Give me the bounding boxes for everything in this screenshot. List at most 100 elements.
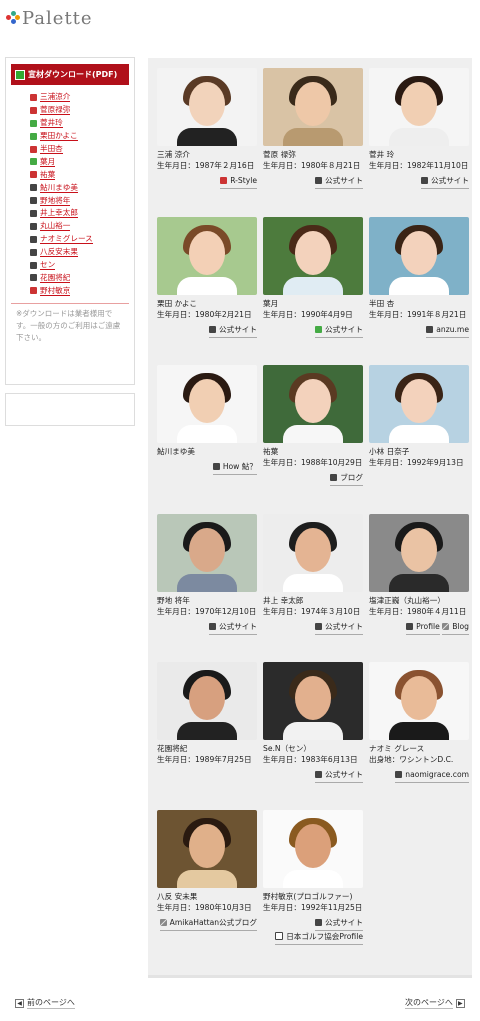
talent-link[interactable]: 公式サイト [315, 917, 363, 931]
download-link[interactable]: 野地将年 [40, 196, 71, 206]
photo-face [295, 824, 331, 868]
download-link[interactable]: 半田杏 [40, 144, 63, 154]
talent-link[interactable]: AmikaHattan公式ブログ [159, 917, 257, 931]
talent-links: naomigrace.com [369, 769, 469, 783]
download-item[interactable]: 鮎川まゆ美 [30, 181, 134, 194]
download-item[interactable]: 丸山裕一 [30, 220, 134, 233]
talent-photo[interactable] [369, 514, 469, 592]
talent-link[interactable]: anzu.me [426, 324, 469, 338]
download-link[interactable]: 井上幸太郎 [40, 208, 78, 219]
download-link[interactable]: 八反安末果 [40, 247, 78, 258]
talent-name: 鮎川まゆ美 [157, 447, 195, 456]
pdf-icon [30, 93, 37, 101]
talent-link-label: 公式サイト [325, 918, 363, 927]
talent-link[interactable]: Blog [442, 621, 469, 635]
talent-photo[interactable] [157, 810, 257, 888]
download-item[interactable]: 半田杏 [30, 143, 134, 156]
talent-birthdate: 生年月日：1988年10月29日 [263, 458, 363, 467]
talent-links: ブログ [263, 472, 363, 486]
talent-link[interactable]: 公式サイト [315, 769, 363, 783]
download-link[interactable]: 葉月 [40, 157, 56, 167]
talent-links: 公式サイト [369, 175, 469, 189]
talent-links: 公式サイト [263, 769, 363, 783]
download-link[interactable]: 菅井玲 [40, 118, 63, 129]
download-link[interactable]: セン [40, 260, 56, 271]
sidebar: 宣材ダウンロード(PDF) 三浦涼介 菅原禄弥 菅井玲 栗田かよこ 半田杏 葉月 祐葉 鮎川ま… [5, 57, 135, 385]
photo-face [401, 82, 437, 126]
talent-birthdate: 生年月日：1983年6月13日 [263, 755, 358, 764]
talent-link[interactable]: 公式サイト [421, 175, 469, 189]
talent-photo[interactable] [157, 217, 257, 295]
photo-body [389, 277, 449, 295]
talent-link[interactable]: ブログ [330, 472, 363, 486]
download-link[interactable]: 栗田かよこ [40, 131, 78, 142]
photo-body [389, 425, 449, 443]
talent-links: 公式サイト [157, 621, 257, 635]
talent-birthdate: 生年月日：1970年12月10日 [157, 607, 257, 616]
talent-photo[interactable] [369, 68, 469, 146]
download-item[interactable]: 葉月 [30, 155, 134, 168]
talent-photo[interactable] [369, 365, 469, 443]
talent-name: 野地 将年 [157, 596, 190, 605]
talent-link[interactable]: 公式サイト [315, 621, 363, 635]
download-item[interactable]: 井上幸太郎 [30, 207, 134, 220]
talent-photo[interactable] [157, 514, 257, 592]
talent-photo[interactable] [369, 662, 469, 740]
download-link[interactable]: 丸山裕一 [40, 221, 71, 232]
talent-photo[interactable] [263, 217, 363, 295]
talent-links: Profile Blog [369, 621, 469, 635]
talent-link[interactable]: How 鮎？ [212, 461, 257, 475]
talent-link[interactable]: 公式サイト [315, 175, 363, 189]
download-item[interactable]: 野村敏京 [30, 284, 134, 297]
talent-photo[interactable] [263, 514, 363, 592]
talent-link-label: AmikaHattan公式ブログ [169, 918, 257, 927]
talent-link[interactable]: Profile [406, 621, 440, 635]
site-logo[interactable]: Palette [6, 6, 93, 30]
download-item[interactable]: 野地将年 [30, 194, 134, 207]
grid-footer-bar [148, 975, 472, 978]
talent-photo[interactable] [157, 68, 257, 146]
talent-birthdate: 生年月日：1982年11月10日 [369, 161, 469, 170]
download-item[interactable]: ナオミグレース [30, 233, 134, 246]
prev-page-link[interactable]: ◀ 前のページへ [12, 997, 75, 1009]
talent-link[interactable]: 公式サイト [315, 324, 363, 338]
talent-link-label: R-Style [230, 176, 257, 185]
download-link[interactable]: 野村敏京 [40, 286, 71, 296]
download-link[interactable]: 花園将紀 [40, 273, 71, 283]
photo-body [177, 128, 237, 146]
download-link[interactable]: 祐葉 [40, 170, 56, 180]
download-item[interactable]: 栗田かよこ [30, 130, 134, 143]
talent-link[interactable]: naomigrace.com [395, 769, 469, 783]
next-page-link[interactable]: 次のページへ ▶ [405, 997, 468, 1009]
download-link[interactable]: 鮎川まゆ美 [40, 183, 78, 193]
talent-photo[interactable] [263, 68, 363, 146]
download-item[interactable]: 祐葉 [30, 168, 134, 181]
download-link[interactable]: 三浦涼介 [40, 92, 71, 103]
talent-photo[interactable] [157, 662, 257, 740]
talent-link[interactable]: 公式サイト [209, 324, 257, 338]
download-item[interactable]: 菅井玲 [30, 117, 134, 130]
talent-photo[interactable] [157, 365, 257, 443]
talent-link-label: 公式サイト [325, 622, 363, 631]
talent-link[interactable]: 日本ゴルフ協会Profile [275, 931, 363, 945]
empty-side-box [5, 393, 135, 426]
download-item[interactable]: 三浦涼介 [30, 91, 134, 104]
download-link[interactable]: ナオミグレース [40, 234, 93, 245]
download-item[interactable]: セン [30, 259, 134, 272]
talent-links: anzu.me [369, 324, 469, 338]
talent-link[interactable]: R-Style [220, 175, 257, 189]
photo-face [295, 676, 331, 720]
download-item[interactable]: 八反安末果 [30, 246, 134, 259]
download-link[interactable]: 菅原禄弥 [40, 105, 71, 116]
talent-name: 塩津正巍（丸山裕一） [369, 596, 445, 605]
talent-photo[interactable] [263, 810, 363, 888]
download-item[interactable]: 菅原禄弥 [30, 104, 134, 117]
talent-link[interactable]: 公式サイト [209, 621, 257, 635]
url-icon [315, 177, 323, 184]
talent-photo[interactable] [263, 662, 363, 740]
talent-card: Se.N（セン） 生年月日：1983年6月13日 公式サイト [263, 662, 363, 783]
photo-body [283, 425, 343, 443]
talent-photo[interactable] [369, 217, 469, 295]
download-item[interactable]: 花園将紀 [30, 271, 134, 284]
talent-photo[interactable] [263, 365, 363, 443]
